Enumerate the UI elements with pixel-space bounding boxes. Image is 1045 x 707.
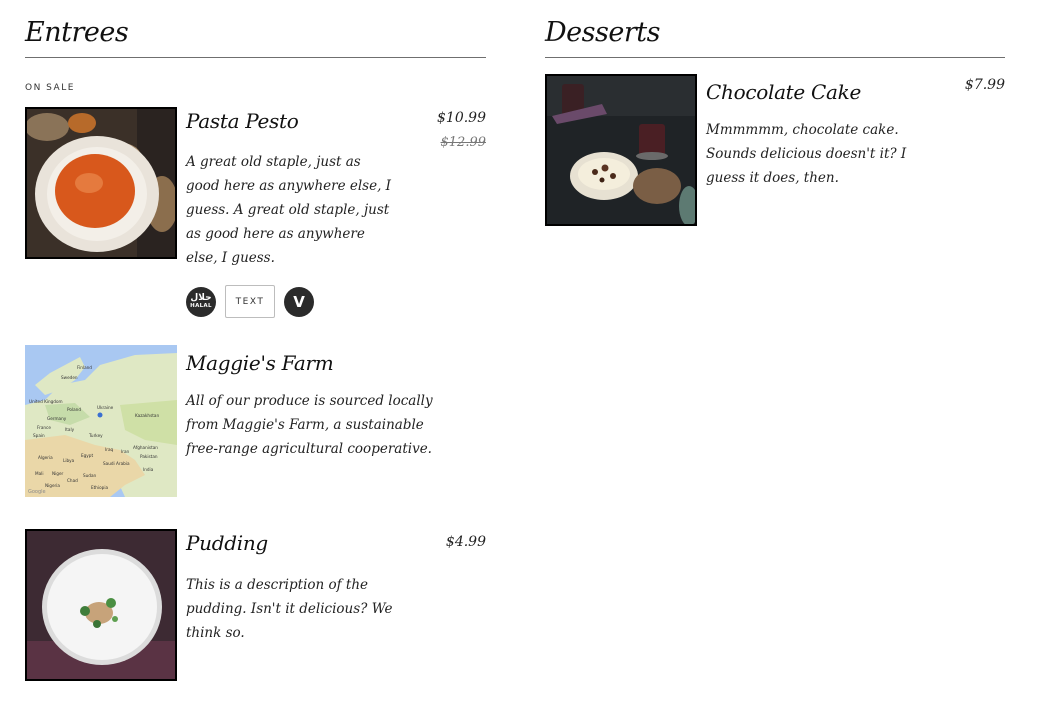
- menu-item-pasta-pesto[interactable]: Pasta Pesto $10.99 $12.99 A great old st…: [25, 107, 486, 327]
- item-price: $4.99: [445, 534, 486, 550]
- map-label: Sudan: [83, 473, 97, 478]
- map-label: Google: [28, 489, 46, 495]
- on-sale-label: ON SALE: [25, 83, 75, 93]
- item-name: Maggie's Farm: [186, 351, 334, 375]
- map-label: Libya: [63, 458, 75, 463]
- vegetarian-icon[interactable]: V: [284, 286, 314, 317]
- desserts-title: Desserts: [545, 0, 1005, 58]
- map-label: Sweden: [61, 375, 78, 380]
- item-description: A great old staple, just as good here as…: [186, 154, 391, 266]
- desserts-section: Desserts Chocolate Cake $7.99 Mmmmmm, ch…: [545, 0, 1005, 226]
- menu-item-maggies-farm[interactable]: Finland Sweden United Kingdom Poland Ger…: [25, 345, 486, 497]
- item-name: Pudding: [186, 531, 268, 555]
- map-label: Egypt: [81, 453, 93, 458]
- menu-item-pudding[interactable]: Pudding $4.99 This is a description of t…: [25, 529, 486, 681]
- map-label: Finland: [77, 365, 92, 370]
- map-label: Iran: [121, 449, 130, 454]
- map-image[interactable]: Finland Sweden United Kingdom Poland Ger…: [25, 345, 177, 497]
- halal-icon[interactable]: حلال HALAL: [186, 286, 216, 317]
- map-label: Saudi Arabia: [103, 461, 130, 466]
- halal-text: HALAL: [190, 303, 212, 309]
- map-label: Turkey: [88, 433, 103, 438]
- item-name: Chocolate Cake: [706, 80, 861, 104]
- map-label: Italy: [65, 427, 75, 432]
- item-price: $10.99: [437, 110, 486, 126]
- item-old-price: $12.99: [440, 135, 487, 150]
- item-name: Pasta Pesto: [186, 109, 299, 133]
- map-label: Niger: [52, 471, 64, 476]
- map-label: Ukraine: [97, 405, 114, 410]
- item-description: All of our produce is sourced locally fr…: [186, 393, 433, 457]
- map-label: Mali: [35, 471, 44, 476]
- pasta-pesto-image[interactable]: [25, 107, 177, 259]
- dietary-badges: حلال HALAL TEXT V: [186, 285, 314, 318]
- map-label: Pakistan: [140, 454, 158, 459]
- map-label: Kazakhstan: [135, 413, 159, 418]
- item-description: This is a description of the pudding. Is…: [186, 577, 393, 641]
- map-label: India: [143, 467, 154, 472]
- map-label: Chad: [67, 478, 78, 483]
- pudding-image[interactable]: [25, 529, 177, 681]
- chocolate-cake-image[interactable]: [545, 74, 697, 226]
- map-label: France: [37, 425, 51, 430]
- map-label: Poland: [67, 407, 81, 412]
- map-label: Spain: [33, 433, 45, 438]
- map-label: Nigeria: [45, 483, 60, 488]
- map-label: Afghanistan: [133, 445, 158, 450]
- item-price: $7.99: [964, 77, 1005, 93]
- menu-item-chocolate-cake[interactable]: Chocolate Cake $7.99 Mmmmmm, chocolate c…: [545, 74, 1005, 226]
- item-description: Mmmmmm, chocolate cake. Sounds delicious…: [706, 122, 907, 186]
- text-badge[interactable]: TEXT: [225, 285, 275, 318]
- entrees-section: Entrees ON SALE Pasta Pesto $10.99 $12.9…: [25, 0, 486, 681]
- entrees-title: Entrees: [25, 0, 486, 58]
- map-label: Iraq: [105, 447, 114, 452]
- map-label: Algeria: [38, 455, 53, 460]
- map-label: United Kingdom: [29, 399, 63, 404]
- map-label: Ethiopia: [91, 485, 108, 490]
- map-label: Germany: [47, 416, 67, 421]
- halal-arabic-text: حلال: [190, 293, 212, 303]
